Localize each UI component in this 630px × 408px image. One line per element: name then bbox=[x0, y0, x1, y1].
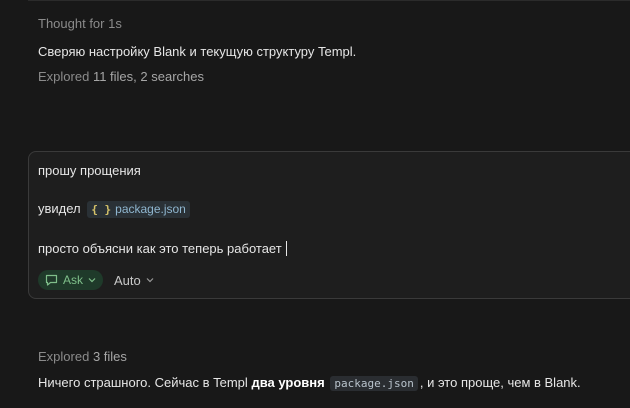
chat-icon bbox=[45, 274, 58, 286]
message-composer[interactable]: прошу прощения увидел { } package.json п… bbox=[28, 151, 630, 299]
ask-mode-label: Ask bbox=[63, 273, 84, 287]
file-mention-name: package.json bbox=[115, 202, 186, 217]
explored-label: Explored bbox=[38, 69, 90, 84]
composer-line-3[interactable]: просто объясни как это теперь работает bbox=[38, 241, 287, 256]
chevron-down-icon bbox=[88, 278, 96, 283]
explored-summary-bottom[interactable]: Explored 3 files bbox=[38, 349, 127, 364]
answer-text-1: Ничего страшного. Сейчас в Templ bbox=[38, 375, 248, 390]
model-select-label: Auto bbox=[114, 272, 141, 288]
assistant-answer: Ничего страшного. Сейчас в Templ два уро… bbox=[38, 375, 581, 391]
composer-line-3-text: просто объясни как это теперь работает bbox=[38, 241, 282, 256]
composer-line-1: прошу прощения bbox=[38, 163, 141, 178]
answer-bold: два уровня bbox=[251, 375, 325, 390]
thought-status[interactable]: Thought for 1s bbox=[38, 16, 122, 31]
composer-line-2: увидел { } package.json bbox=[38, 201, 190, 219]
explored-summary-top[interactable]: Explored 11 files, 2 searches bbox=[38, 69, 204, 84]
thought-label: Thought for 1s bbox=[38, 16, 122, 31]
explored-detail: 11 files, 2 searches bbox=[92, 69, 204, 84]
chevron-down-icon bbox=[146, 278, 154, 283]
explored-detail: 3 files bbox=[92, 349, 127, 364]
model-select-button[interactable]: Auto bbox=[114, 270, 154, 290]
ask-mode-button[interactable]: Ask bbox=[38, 270, 104, 290]
inline-code: package.json bbox=[330, 376, 418, 391]
text-caret bbox=[285, 241, 287, 256]
top-divider bbox=[28, 0, 630, 1]
intro-message: Сверяю настройку Blank и текущую структу… bbox=[38, 44, 357, 59]
explored-label: Explored bbox=[38, 349, 90, 364]
braces-icon: { } bbox=[91, 202, 112, 216]
answer-text-2: , и это проще, чем в Blank. bbox=[419, 375, 581, 390]
composer-line-2-text: увидел bbox=[38, 201, 81, 216]
file-mention-chip[interactable]: { } package.json bbox=[87, 201, 190, 219]
